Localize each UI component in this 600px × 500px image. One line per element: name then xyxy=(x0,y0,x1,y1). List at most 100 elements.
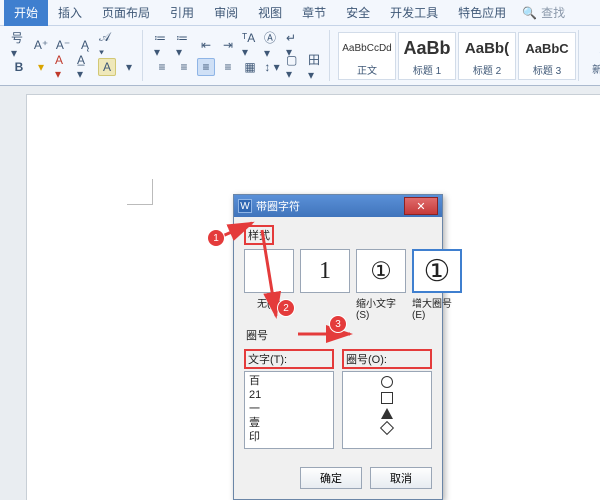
line-spacing-button[interactable]: ↕ ▾ xyxy=(263,58,281,76)
paragraph-group: ≔ ▾ ≔ ▾ ⇤ ⇥ ᵀA ▾ Ⓐ ▾ ↵ ▾ ≡ ≡ ≡ ≡ ▦ ↕ ▾ ▢… xyxy=(149,30,330,81)
style-preview: AaBbCcDd xyxy=(342,35,391,62)
style-preview: AaBbC xyxy=(525,35,568,62)
shape-column-label: 圈号(O): xyxy=(342,349,432,369)
underline-button[interactable]: A̲ ▾ xyxy=(76,58,94,76)
outdent-button[interactable]: ⇤ xyxy=(197,36,215,54)
styles-group: AaBbCcDd 正文 AaBb 标题 1 AaBb( 标题 2 AaBbC 标… xyxy=(336,30,579,81)
shape-option-diamond[interactable] xyxy=(380,421,394,435)
text-direction-button[interactable]: ᵀA ▾ xyxy=(241,36,259,54)
shape-column: 圈号(O): xyxy=(342,349,432,449)
text-column-label: 文字(T): xyxy=(244,349,334,369)
text-column: 文字(T): 百 21 一 壹 印 xyxy=(244,349,334,449)
app-icon: W xyxy=(238,199,252,213)
font-group: 号 ▾ A⁺ A⁻ Ą 𝒜 ▾ B ▾ A ▾ A̲ ▾ A ▾ xyxy=(6,30,143,81)
enclose-columns: 文字(T): 百 21 一 壹 印 圈号(O): xyxy=(244,349,432,449)
char-shading-button[interactable]: A xyxy=(98,58,116,76)
shape-option-square[interactable] xyxy=(381,392,393,404)
indent-button[interactable]: ⇥ xyxy=(219,36,237,54)
highlight-button[interactable]: ▾ xyxy=(32,58,50,76)
clear-format-button[interactable]: Ą xyxy=(76,36,94,54)
bullets-button[interactable]: ≔ ▾ xyxy=(153,36,171,54)
line-break-button[interactable]: ↵ ▾ xyxy=(285,36,303,54)
font-more-button[interactable]: ▾ xyxy=(120,58,138,76)
font-size-control[interactable]: 号 ▾ xyxy=(10,36,28,54)
style-option-caption: 无(N) xyxy=(257,295,281,310)
style-label: 正文 xyxy=(357,62,377,77)
align-left-button[interactable]: ≡ xyxy=(153,58,171,76)
list-item[interactable]: 一 xyxy=(249,402,329,416)
numbering-button[interactable]: ≔ ▾ xyxy=(175,36,193,54)
list-item[interactable]: 印 xyxy=(249,430,329,444)
style-preview: AaBb( xyxy=(465,35,509,62)
style-heading3[interactable]: AaBbC 标题 3 xyxy=(518,32,576,80)
align-center-button[interactable]: ≡ xyxy=(175,58,193,76)
style-option-none[interactable]: 无(N) xyxy=(244,249,294,321)
style-option-preview: 1 xyxy=(300,249,350,293)
close-button[interactable]: ✕ xyxy=(404,197,438,215)
dialog-footer: 确定 取消 xyxy=(234,459,442,499)
decrease-font-size-button[interactable]: A⁻ xyxy=(54,36,72,54)
align-right-button[interactable]: ≡ xyxy=(197,58,215,76)
tab-insert[interactable]: 插入 xyxy=(48,0,92,26)
style-preview: AaBb xyxy=(403,35,450,62)
ribbon-tabs: 开始 插入 页面布局 引用 审阅 视图 章节 安全 开发工具 特色应用 🔍 查找 xyxy=(0,0,600,26)
style-option-preview xyxy=(244,249,294,293)
tab-start[interactable]: 开始 xyxy=(4,0,48,26)
new-style-button[interactable]: Aᴬ 新样式 ▾ xyxy=(589,32,600,80)
search-box[interactable]: 🔍 查找 xyxy=(522,4,565,21)
increase-font-size-button[interactable]: A⁺ xyxy=(32,36,50,54)
list-item[interactable]: 21 xyxy=(249,388,329,402)
style-option-preview: ① xyxy=(356,249,406,293)
margin-indicator xyxy=(127,179,153,205)
section-enclose-label: 圈号 xyxy=(244,327,270,343)
style-heading1[interactable]: AaBb 标题 1 xyxy=(398,32,456,80)
shape-listbox[interactable] xyxy=(342,371,432,449)
ok-button[interactable]: 确定 xyxy=(300,467,362,489)
section-style-label: 样式 xyxy=(244,225,274,245)
font-color-button[interactable]: A ▾ xyxy=(54,58,72,76)
tab-view[interactable]: 视图 xyxy=(248,0,292,26)
style-option-caption: 增大圈号(E) xyxy=(412,295,462,321)
cancel-button[interactable]: 取消 xyxy=(370,467,432,489)
style-normal[interactable]: AaBbCcDd 正文 xyxy=(338,32,396,80)
shape-option-triangle[interactable] xyxy=(381,408,393,419)
new-style-label: 新样式 ▾ xyxy=(592,61,600,76)
style-options: 无(N) 1 ① 缩小文字(S) ① 增大圈号(E) xyxy=(244,249,432,321)
list-item[interactable]: 壹 xyxy=(249,416,329,430)
style-label: 标题 3 xyxy=(533,62,561,77)
style-option-shrink[interactable]: ① 缩小文字(S) xyxy=(356,249,406,321)
align-justify-button[interactable]: ≡ xyxy=(219,58,237,76)
dialog-title: 带圈字符 xyxy=(256,198,300,214)
style-option-plain[interactable]: 1 xyxy=(300,249,350,321)
bold-button[interactable]: B xyxy=(10,58,28,76)
style-heading2[interactable]: AaBb( 标题 2 xyxy=(458,32,516,80)
dialog-body: 样式 无(N) 1 ① 缩小文字(S) ① 增大圈号(E) 圈号 文字(T): xyxy=(234,217,442,459)
shape-option-circle[interactable] xyxy=(381,376,393,388)
tab-devtools[interactable]: 开发工具 xyxy=(380,0,448,26)
tab-special-apps[interactable]: 特色应用 xyxy=(448,0,516,26)
distributed-button[interactable]: ▦ xyxy=(241,58,259,76)
style-option-enlarge[interactable]: ① 增大圈号(E) xyxy=(412,249,462,321)
text-listbox[interactable]: 百 21 一 壹 印 xyxy=(244,371,334,449)
tab-references[interactable]: 引用 xyxy=(160,0,204,26)
enclosed-char-dialog: W 带圈字符 ✕ 样式 无(N) 1 ① 缩小文字(S) ① 增大圈号(E) 圈… xyxy=(233,194,443,500)
tab-page-layout[interactable]: 页面布局 xyxy=(92,0,160,26)
list-item[interactable]: 百 xyxy=(249,374,329,388)
enclosed-char-button[interactable]: Ⓐ ▾ xyxy=(263,36,281,54)
tab-sections[interactable]: 章节 xyxy=(292,0,336,26)
ribbon: 号 ▾ A⁺ A⁻ Ą 𝒜 ▾ B ▾ A ▾ A̲ ▾ A ▾ ≔ ▾ ≔ ▾… xyxy=(0,26,600,86)
style-label: 标题 1 xyxy=(413,62,441,77)
search-icon: 🔍 xyxy=(522,6,537,20)
new-style-group: Aᴬ 新样式 ▾ xyxy=(585,30,600,81)
style-gallery[interactable]: AaBbCcDd 正文 AaBb 标题 1 AaBb( 标题 2 AaBbC 标… xyxy=(338,32,576,80)
tab-security[interactable]: 安全 xyxy=(336,0,380,26)
search-label: 查找 xyxy=(541,4,565,21)
dialog-titlebar[interactable]: W 带圈字符 ✕ xyxy=(234,195,442,217)
borders-button[interactable]: 田 ▾ xyxy=(307,58,325,76)
style-option-caption: 缩小文字(S) xyxy=(356,295,406,321)
style-option-preview: ① xyxy=(412,249,462,293)
tab-review[interactable]: 审阅 xyxy=(204,0,248,26)
style-label: 标题 2 xyxy=(473,62,501,77)
change-case-button[interactable]: 𝒜 ▾ xyxy=(98,36,116,54)
shading-button[interactable]: ▢ ▾ xyxy=(285,58,303,76)
